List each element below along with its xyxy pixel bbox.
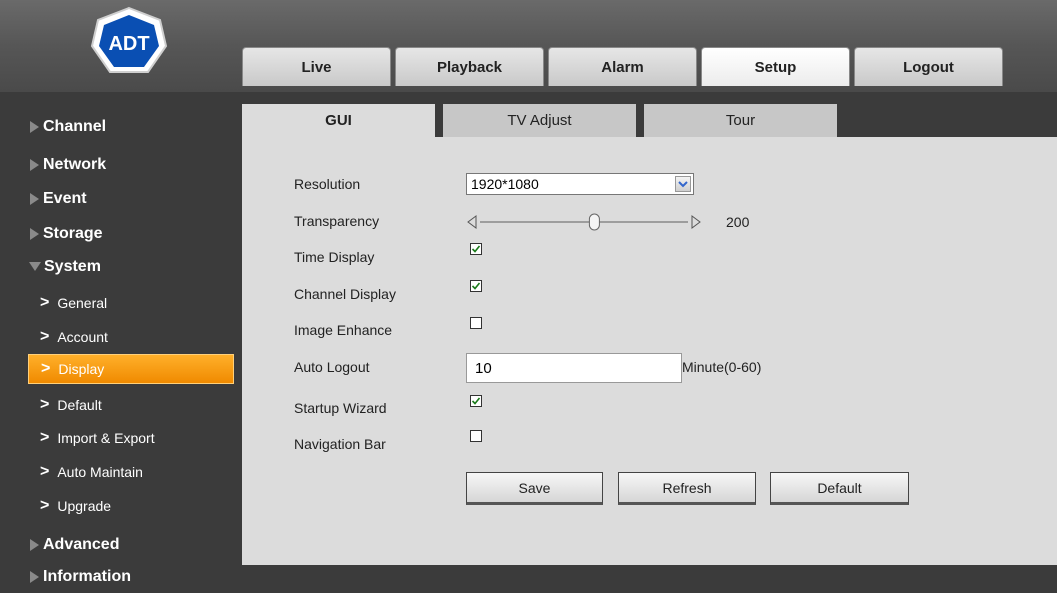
dropdown-arrow-icon[interactable] [675,176,691,192]
tab-setup[interactable]: Setup [701,47,850,86]
subtab-tv-adjust[interactable]: TV Adjust [443,104,636,137]
image-enhance-checkbox[interactable] [470,317,482,329]
sidebar-item-auto-maintain[interactable]: > Auto Maintain [28,457,234,487]
adt-logo: ADT [88,6,170,80]
sidebar-group-channel[interactable]: Channel [0,110,242,143]
subtab-tour[interactable]: Tour [644,104,837,137]
tab-logout[interactable]: Logout [854,47,1003,86]
sidebar-group-advanced[interactable]: Advanced [0,528,242,561]
startup-wizard-label: Startup Wizard [294,400,387,416]
checkmark-icon [471,397,481,405]
footer-bar [242,565,1057,592]
transparency-slider[interactable] [466,213,726,231]
settings-panel: Resolution 1920*1080 Transparency 200 Ti… [242,137,1057,565]
slider-thumb [588,213,600,231]
transparency-label: Transparency [294,213,380,229]
startup-wizard-checkbox[interactable] [470,395,482,407]
navigation-bar-checkbox[interactable] [470,430,482,442]
transparency-value: 200 [726,214,750,230]
sidebar-group-event[interactable]: Event [0,182,242,215]
refresh-button[interactable]: Refresh [618,472,756,505]
navigation-bar-label: Navigation Bar [294,436,386,452]
sidebar-group-label: System [44,257,101,275]
tab-alarm[interactable]: Alarm [548,47,697,86]
sub-tabs: GUI TV Adjust Tour [242,104,845,137]
sidebar-group-storage[interactable]: Storage [0,217,242,250]
subtab-gui[interactable]: GUI [242,104,435,137]
save-button[interactable]: Save [466,472,603,505]
time-display-checkbox[interactable] [470,243,482,255]
resolution-label: Resolution [294,176,361,192]
chevron-right-icon: > [40,429,50,446]
chevron-right-icon: > [40,497,50,514]
slider-increase-icon [691,215,701,229]
chevron-right-icon: > [41,360,51,377]
sidebar-item-upgrade[interactable]: > Upgrade [28,491,234,521]
default-button[interactable]: Default [770,472,909,505]
sidebar-group-label: Advanced [43,535,120,553]
chevron-right-icon: > [40,294,50,311]
sidebar-item-label: Default [57,397,102,413]
sidebar-group-label: Event [43,189,87,207]
top-navigation: Live Playback Alarm Setup Logout [242,47,1007,88]
sidebar-group-label: Storage [43,224,103,242]
chevron-right-icon: > [40,328,50,345]
sidebar-item-label: Upgrade [57,498,112,514]
tab-playback[interactable]: Playback [395,47,544,86]
sidebar-group-system[interactable]: System [0,250,242,283]
expand-arrow-icon [30,538,39,551]
expand-arrow-icon [30,570,39,583]
checkmark-icon [471,282,481,290]
auto-logout-unit: Minute(0-60) [682,359,762,375]
sidebar-item-label: Import & Export [57,430,155,446]
expand-arrow-icon [30,120,39,133]
sidebar-group-label: Network [43,155,107,173]
sidebar: Channel Network Event Storage System > G… [0,92,242,592]
resolution-value: 1920*1080 [471,176,539,192]
sidebar-group-label: Channel [43,117,107,135]
checkmark-icon [471,245,481,253]
sidebar-group-information[interactable]: Information [0,560,242,593]
sidebar-item-default[interactable]: > Default [28,390,234,420]
content-area: GUI TV Adjust Tour Resolution 1920*1080 … [242,104,1057,565]
sidebar-item-label: Account [57,329,108,345]
time-display-label: Time Display [294,249,375,265]
header-bar: ADT Live Playback Alarm Setup Logout [0,0,1057,92]
sidebar-item-label: General [57,295,108,311]
expand-arrow-icon [30,158,39,171]
auto-logout-input[interactable]: 10 [466,353,682,383]
chevron-right-icon: > [40,463,50,480]
tab-live[interactable]: Live [242,47,391,86]
slider-decrease-icon [467,215,477,229]
channel-display-checkbox[interactable] [470,280,482,292]
expand-arrow-icon [30,227,39,240]
collapse-arrow-icon [29,262,41,271]
sidebar-item-display[interactable]: > Display [28,354,234,384]
sidebar-group-network[interactable]: Network [0,148,242,181]
sidebar-item-account[interactable]: > Account [28,322,234,352]
sidebar-item-label: Display [58,361,105,377]
image-enhance-label: Image Enhance [294,322,393,338]
sidebar-item-import-export[interactable]: > Import & Export [28,423,234,453]
auto-logout-label: Auto Logout [294,359,370,375]
expand-arrow-icon [30,192,39,205]
sidebar-item-label: Auto Maintain [57,464,143,480]
logo-text: ADT [108,33,149,55]
resolution-select[interactable]: 1920*1080 [466,173,694,195]
sidebar-item-general[interactable]: > General [28,288,234,318]
sidebar-group-label: Information [43,567,131,585]
chevron-right-icon: > [40,396,50,413]
channel-display-label: Channel Display [294,286,396,302]
